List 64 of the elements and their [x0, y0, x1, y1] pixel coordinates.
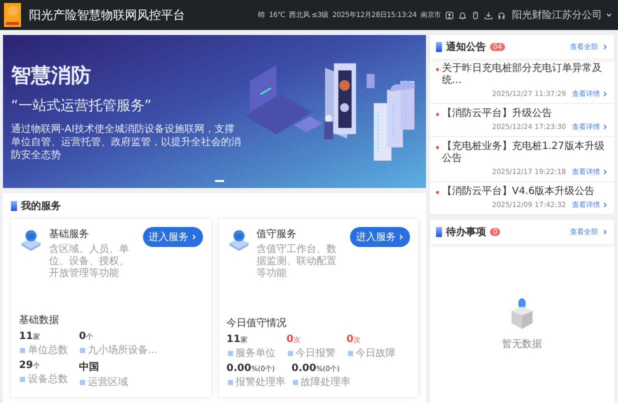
stat-icon [19, 376, 26, 382]
stat-icon [226, 350, 234, 356]
stat-value: 中国 [79, 360, 100, 374]
stat-icon [79, 378, 86, 386]
service-description: 含值守工作台、数据监测、联动配置等功能 [256, 244, 338, 280]
enter-service-button[interactable]: 进入服务 [142, 227, 202, 247]
section-flag-icon [436, 42, 442, 52]
service-description: 含区域、人员、单位、设备、授权、开放管理等功能 [49, 244, 130, 280]
headset-icon[interactable] [497, 10, 506, 20]
logo-icon [4, 3, 21, 27]
cube-icon [19, 227, 43, 251]
stat-icon [226, 378, 234, 386]
chevron-right-icon[interactable] [602, 91, 608, 97]
enter-service-button[interactable]: 进入服务 [350, 227, 410, 247]
stat-label: 今日报警 [296, 346, 336, 360]
chevron-right-icon [398, 234, 404, 240]
stat-label: 报警处理率 [236, 376, 286, 389]
section-title: 待办事项 [446, 226, 486, 239]
notice-title: 【充电桩业务】充电桩1.27版本升级公告 [442, 141, 606, 165]
stat-label: 单位总数 [28, 344, 68, 357]
stat-icon [346, 350, 354, 356]
chevron-right-icon[interactable] [602, 44, 608, 50]
section-title: 通知公告 [446, 40, 486, 54]
stat-label: 运营区域 [88, 376, 128, 389]
stat-label: 故障处理率 [300, 376, 350, 389]
chevron-right-icon[interactable] [602, 169, 608, 175]
stat-icon [292, 378, 298, 386]
stat-icon [286, 350, 294, 356]
bell-icon[interactable] [458, 10, 467, 20]
stats-title: 基础数据 [19, 314, 60, 327]
banner-description: 通过物联网-AI技术使全城消防设备设施联网，支撑单位自管、运营托管、政府监管，以提升全社会的消防安全态势 [11, 122, 241, 162]
phone-icon[interactable] [471, 10, 480, 20]
chevron-right-icon[interactable] [602, 124, 608, 130]
banner-title: 智慧消防 [11, 62, 92, 88]
stat-icon [19, 346, 26, 354]
unread-dot-icon [436, 146, 439, 149]
stats-title: 今日值守情况 [226, 316, 288, 330]
notice-title: 【消防云平台】V4.6版本升级公告 [442, 186, 595, 198]
stat-label: 设备总数 [28, 372, 68, 386]
notice-title: 关于昨日充电桩部分充电订单异常及统... [442, 63, 603, 87]
service-name: 值守服务 [256, 228, 298, 241]
chevron-right-icon[interactable] [602, 202, 608, 208]
stat-icon [79, 346, 86, 354]
stat-label: 今日故障 [356, 346, 396, 360]
chevron-right-icon[interactable] [602, 229, 608, 235]
unread-dot-icon [436, 191, 439, 194]
section-flag-icon [436, 227, 442, 237]
chevron-right-icon [190, 234, 196, 240]
empty-text: 暂无数据 [502, 338, 542, 350]
service-name: 基础服务 [49, 228, 90, 241]
notice-title: 【消防云平台】升级公告 [442, 108, 552, 120]
unread-dot-icon [436, 113, 439, 116]
unread-dot-icon [436, 68, 439, 71]
stat-label: 服务单位 [236, 346, 276, 360]
cube-icon [226, 227, 250, 251]
user-icon[interactable] [445, 10, 454, 20]
app-title: 阳光产险智慧物联网风控平台 [29, 6, 185, 24]
banner-slogan: “一站式运营托管服务” [11, 96, 153, 114]
company-menu[interactable]: 阳光财险江苏分公司 [512, 8, 602, 22]
download-icon[interactable] [484, 10, 493, 20]
section-title: 我的服务 [21, 200, 61, 213]
chevron-down-icon[interactable] [606, 12, 612, 18]
stat-label: 九小场所设备... [88, 344, 158, 357]
section-flag-icon [11, 201, 17, 211]
